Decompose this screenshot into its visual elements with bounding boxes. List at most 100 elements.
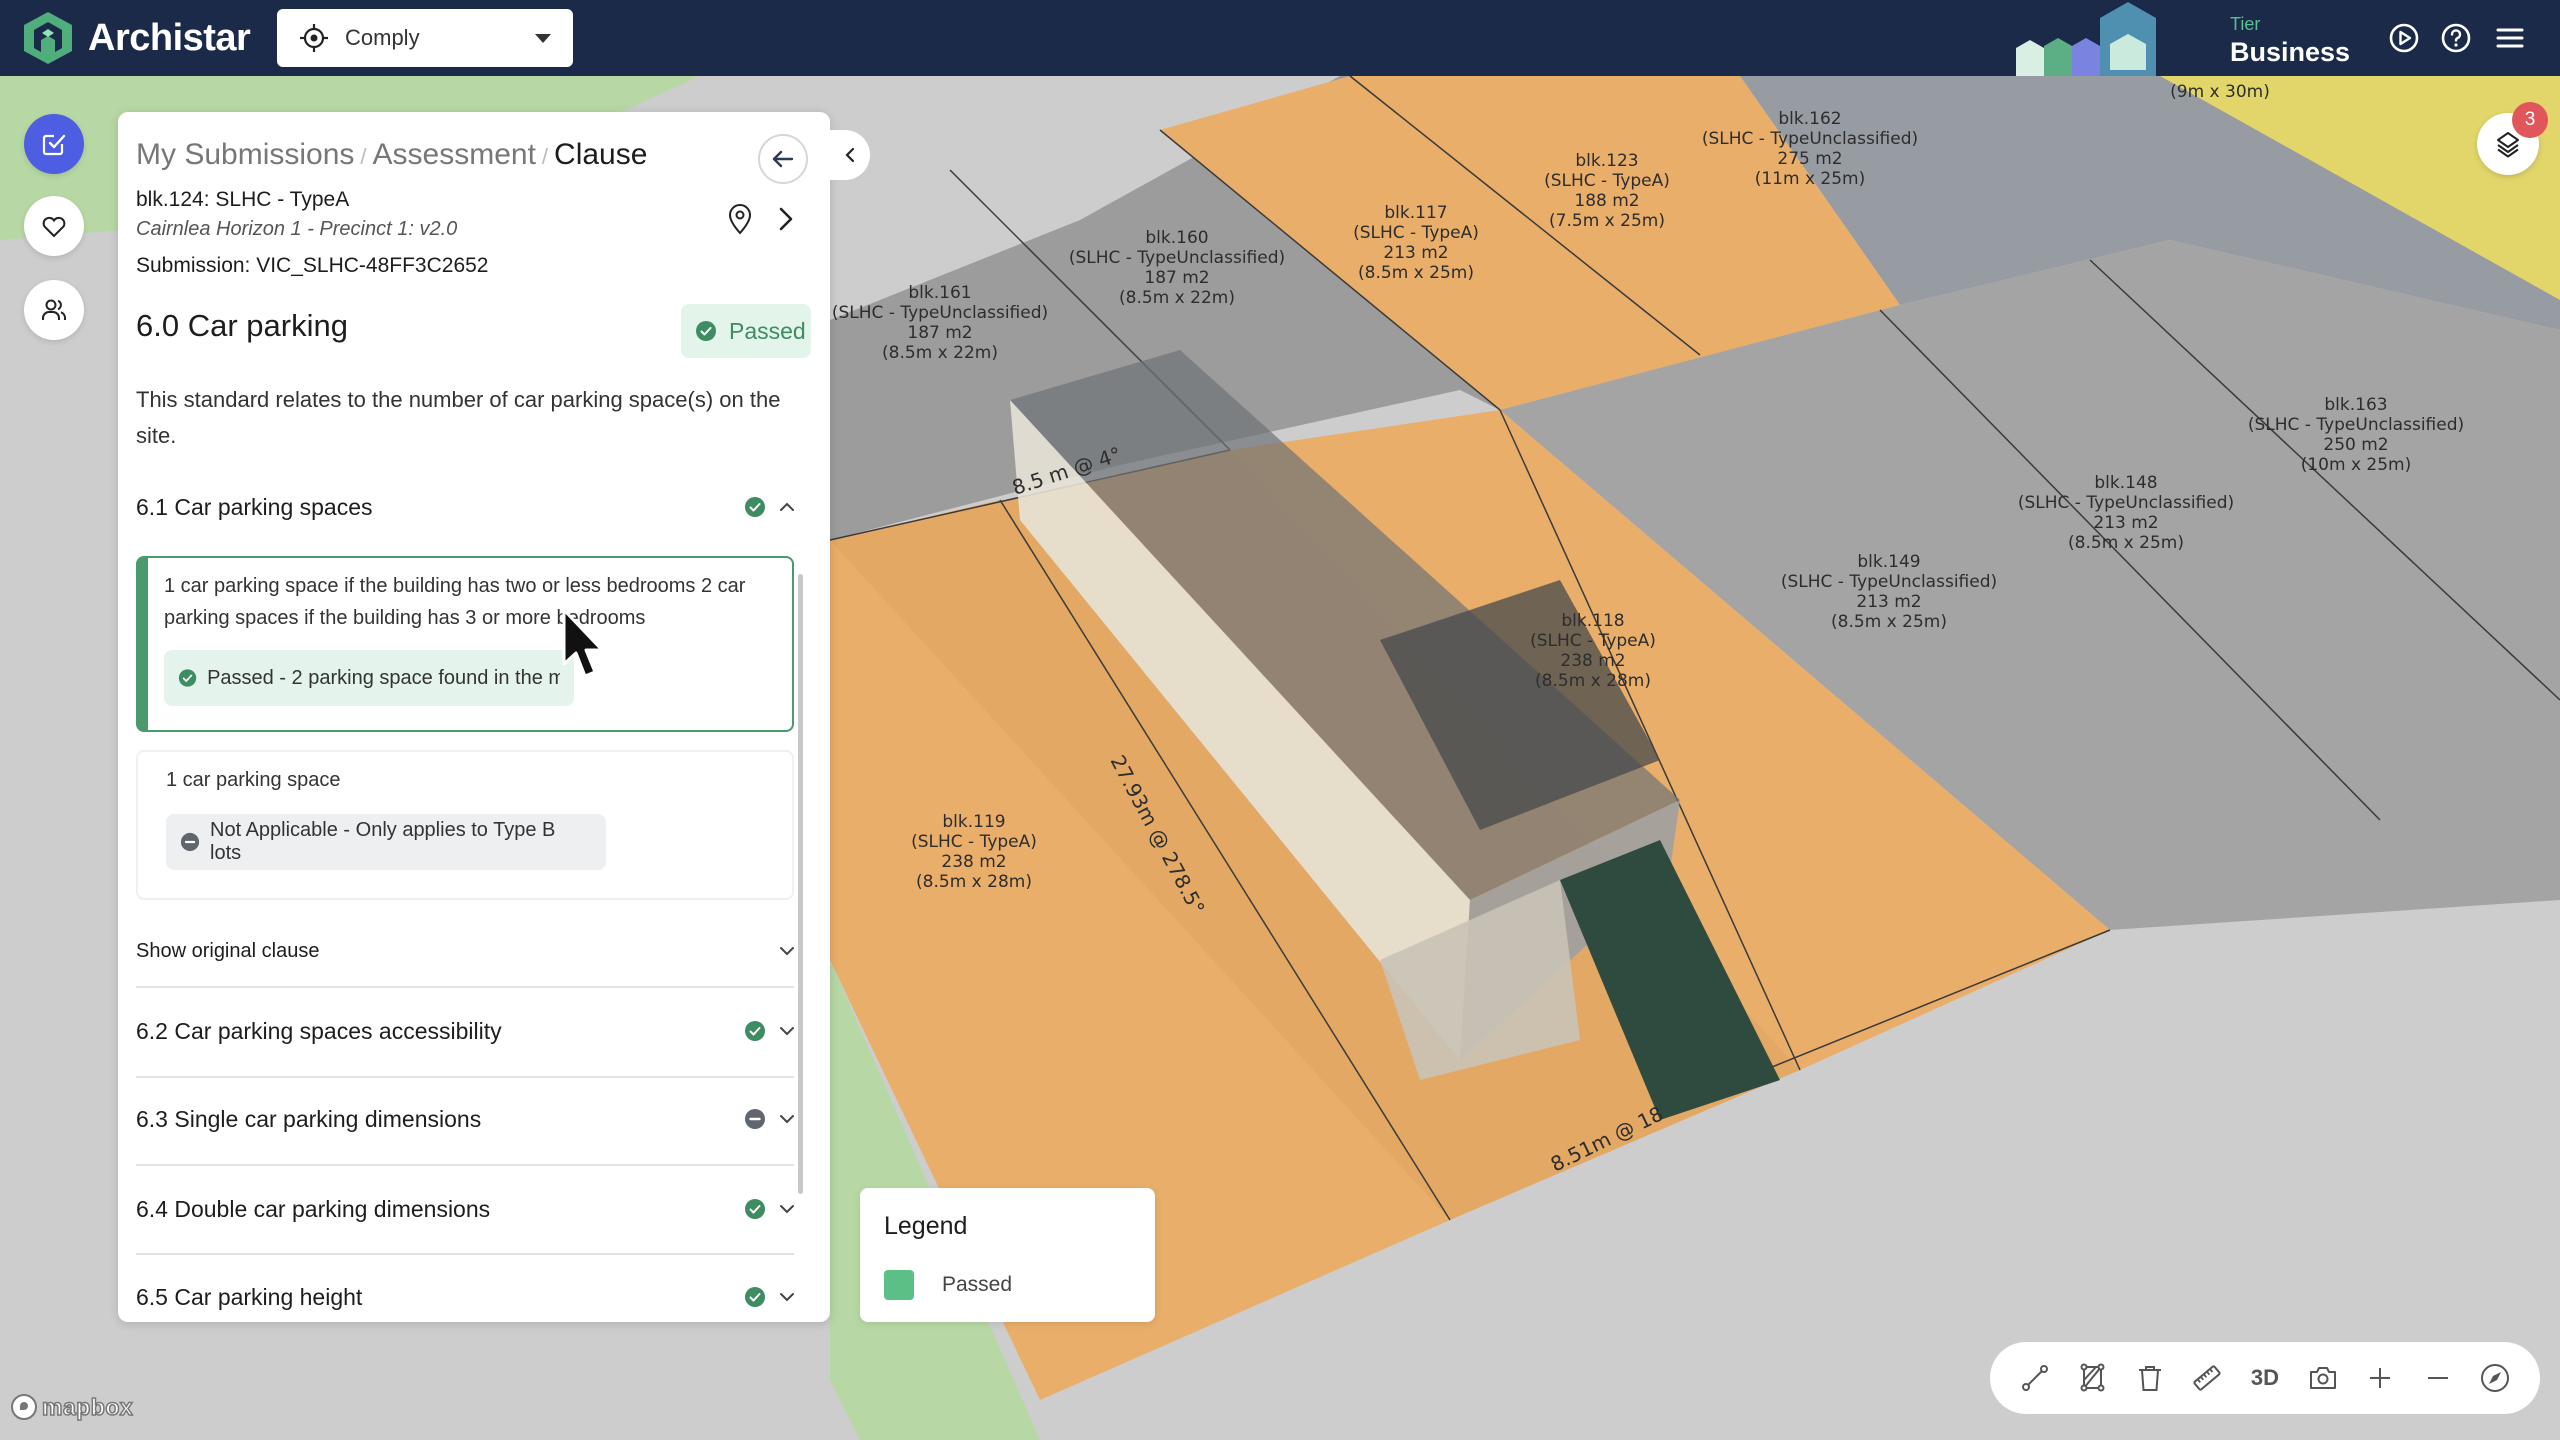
mouse-cursor-icon [562,608,604,678]
back-button[interactable] [758,134,808,184]
show-original-label: Show original clause [136,939,320,962]
clause-title: 6.3 Single car parking dimensions [136,1105,482,1132]
tier-illustration-icon [2016,2,2156,76]
legend-label-passed: Passed [942,1273,1013,1296]
rule-text: 1 car parking space [166,769,341,791]
check-circle-icon [745,1287,765,1307]
rule-result: Passed - 2 parking space found in the mo… [164,650,574,706]
clause-title: 6.5 Car parking height [136,1283,363,1310]
breadcrumb-separator: / [541,144,549,169]
chevron-down-icon [780,1115,794,1124]
module-dropdown[interactable]: Comply [277,9,573,67]
minus-icon [2427,1377,2448,1379]
module-dropdown-value: Comply [345,25,420,50]
rule-text: 1 car parking space if the building has … [164,575,746,629]
screenshot-button[interactable] [2305,1360,2341,1396]
camera-icon [2309,1367,2336,1389]
layers-count-badge: 3 [2512,102,2548,138]
divider [136,1164,794,1166]
chevron-down-icon [780,1293,794,1302]
menu-icon[interactable] [2494,22,2526,54]
trash-icon [2138,1366,2161,1391]
clause-header-6-4[interactable]: 6.4 Double car parking dimensions [136,1184,796,1234]
clause-header-6-2[interactable]: 6.2 Car parking spaces accessibility [136,1006,796,1056]
delete-button[interactable] [2132,1360,2168,1396]
panel-scrollbar[interactable] [798,574,803,1194]
scheme-name: Cairnlea Horizon 1 - Precinct 1: v2.0 [136,218,458,240]
lot-label-partial: (9m x 30m) [2170,82,2270,102]
chevron-down-icon [780,1205,794,1214]
standard-status-badge: Passed [681,304,811,358]
legend-swatch-passed [884,1270,914,1300]
chevron-left-icon [845,147,855,163]
mapbox-attribution[interactable]: mapbox [10,1393,133,1421]
play-circle-icon[interactable] [2388,22,2420,54]
crosshair-icon [300,24,328,52]
submission-id: Submission: VIC_SLHC-48FF3C2652 [136,254,489,277]
chevron-down-icon [780,947,794,956]
standard-status-text: Passed [729,317,806,344]
toggle-3d-button[interactable]: 3D [2247,1360,2283,1396]
mapbox-logo-icon [11,1394,37,1420]
draw-polygon-button[interactable] [2074,1360,2110,1396]
compass-icon [2481,1364,2510,1392]
chevron-right-icon[interactable] [774,204,798,234]
map-toolbar: 3D [1990,1342,2540,1414]
top-bar: Archistar Comply Tier Business [0,0,2560,76]
rule-result: Not Applicable - Only applies to Type B … [166,814,606,870]
breadcrumb-assessment[interactable]: Assessment [373,138,536,171]
rule-result-text: Passed - 2 parking space found in the mo… [207,666,560,689]
clause-header-6-5[interactable]: 6.5 Car parking height [136,1272,796,1322]
breadcrumb-separator: / [360,144,367,169]
rule-result-text: Not Applicable - Only applies to Type B … [210,819,556,864]
ruler-icon [2193,1365,2221,1391]
check-circle-icon [178,669,197,687]
draw-line-button[interactable] [2017,1360,2053,1396]
compass-button[interactable] [2477,1360,2513,1396]
mapbox-label: mapbox [41,1393,134,1421]
standard-title: 6.0 Car parking [136,308,348,343]
rail-team-button[interactable] [24,280,84,340]
clause-title: 6.2 Car parking spaces accessibility [136,1017,502,1044]
check-circle-icon [745,1199,765,1219]
tier-indicator: Tier Business [2230,14,2350,68]
polygon-icon [2080,1363,2105,1392]
minus-circle-icon [180,832,200,852]
app-logo[interactable]: Archistar [22,10,251,66]
tier-value: Business [2230,37,2351,67]
lot-title: blk.124: SLHC - TypeA [136,188,350,211]
help-circle-icon[interactable] [2440,22,2472,54]
clause-title: 6.4 Double car parking dimensions [136,1195,491,1222]
minus-circle-icon [745,1109,765,1129]
clause-header-6-1[interactable]: 6.1 Car parking spaces [136,482,796,532]
rail-compliance-button[interactable] [24,114,84,174]
check-circle-icon [745,1021,765,1041]
archistar-logo-icon [24,12,72,64]
rule-card: 1 car parking space Not Applicable - Onl… [136,750,794,900]
rail-favourites-button[interactable] [24,196,84,256]
checkbox-icon [42,134,66,156]
plus-icon [2370,1368,2391,1388]
line-icon [2021,1365,2048,1391]
heart-icon [42,216,66,238]
tier-label: Tier [2230,14,2261,34]
location-pin-icon[interactable] [726,202,754,236]
zoom-out-button[interactable] [2420,1360,2456,1396]
breadcrumb-my-submissions[interactable]: My Submissions [136,138,354,171]
divider [136,986,794,988]
clause-title: 6.1 Car parking spaces [136,493,373,520]
chevron-down-icon [780,1027,794,1036]
rule-card: 1 car parking space if the building has … [136,556,794,732]
check-circle-icon [696,321,716,341]
divider [136,1076,794,1078]
clause-header-6-3[interactable]: 6.3 Single car parking dimensions [136,1094,796,1144]
check-circle-icon [745,497,765,517]
arrow-left-icon [772,150,794,168]
standard-description: This standard relates to the number of c… [136,387,781,448]
breadcrumb: My Submissions / Assessment / Clause [136,138,647,172]
zoom-in-button[interactable] [2362,1360,2398,1396]
measure-button[interactable] [2189,1360,2225,1396]
chevron-up-icon [780,502,794,511]
divider [136,1253,794,1255]
show-original-clause-toggle[interactable]: Show original clause [136,926,796,976]
